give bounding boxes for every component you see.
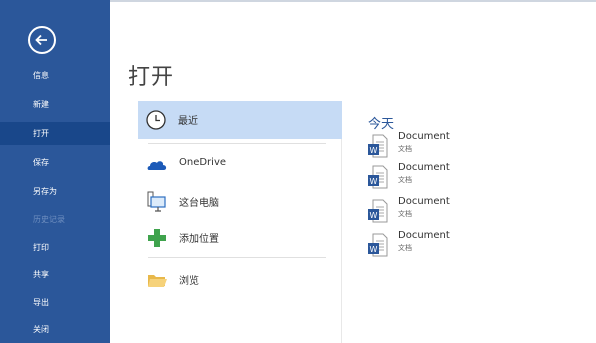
word-document-icon: W	[368, 134, 388, 158]
divider	[148, 257, 326, 258]
nav-item-history: 历史记录	[33, 215, 65, 224]
location-recent[interactable]: 最近	[138, 101, 342, 139]
svg-text:W: W	[370, 177, 378, 186]
svg-text:W: W	[370, 245, 378, 254]
document-name: Document	[398, 131, 450, 142]
document-location: 文档	[398, 210, 412, 218]
location-label: OneDrive	[179, 157, 227, 168]
cloud-icon	[147, 161, 167, 170]
nav-item-print[interactable]: 打印	[0, 236, 110, 259]
arrow-left-icon	[35, 34, 47, 46]
document-name: Document	[398, 162, 450, 173]
svg-text:W: W	[370, 211, 378, 220]
location-this-pc[interactable]: 这台电脑	[139, 183, 342, 219]
plus-icon	[148, 229, 166, 247]
document-location: 文档	[398, 176, 412, 184]
location-onedrive[interactable]: OneDrive	[139, 146, 342, 182]
nav-item-close[interactable]: 关闭	[0, 318, 110, 341]
recent-document[interactable]: W Document 文档	[368, 162, 508, 192]
folder-icon	[148, 275, 167, 287]
recent-document[interactable]: W Document 文档	[368, 196, 508, 226]
svg-text:W: W	[370, 146, 378, 155]
column-divider	[341, 139, 342, 343]
document-name: Document	[398, 230, 450, 241]
location-label: 浏览	[179, 276, 199, 287]
document-location: 文档	[398, 244, 412, 252]
nav-item-save[interactable]: 保存	[0, 151, 110, 174]
nav-item-save-as[interactable]: 另存为	[0, 180, 110, 203]
clock-icon	[146, 110, 166, 130]
recent-group-heading: 今天	[368, 117, 395, 132]
nav-item-info[interactable]: 信息	[0, 64, 110, 87]
document-name: Document	[398, 196, 450, 207]
word-document-icon: W	[368, 165, 388, 189]
document-location: 文档	[398, 145, 412, 153]
recent-document[interactable]: W Document 文档	[368, 230, 508, 260]
location-browse[interactable]: 浏览	[139, 261, 342, 297]
computer-icon	[147, 191, 166, 212]
location-label: 添加位置	[179, 234, 219, 245]
backstage-sidebar: 信息 新建 打开 保存 另存为 历史记录 打印 共享 导出 关闭	[0, 0, 110, 343]
word-document-icon: W	[368, 233, 388, 257]
recent-document[interactable]: W Document 文档	[368, 131, 508, 161]
nav-item-export[interactable]: 导出	[0, 291, 110, 314]
nav-item-open[interactable]: 打开	[0, 122, 110, 145]
location-label: 最近	[178, 116, 198, 127]
page-title: 打开	[128, 65, 175, 90]
nav-item-share[interactable]: 共享	[0, 263, 110, 286]
word-document-icon: W	[368, 199, 388, 223]
location-label: 这台电脑	[179, 198, 219, 209]
nav-item-new[interactable]: 新建	[0, 93, 110, 116]
divider	[148, 143, 326, 144]
location-add-place[interactable]: 添加位置	[139, 219, 342, 255]
back-button[interactable]	[28, 26, 56, 54]
